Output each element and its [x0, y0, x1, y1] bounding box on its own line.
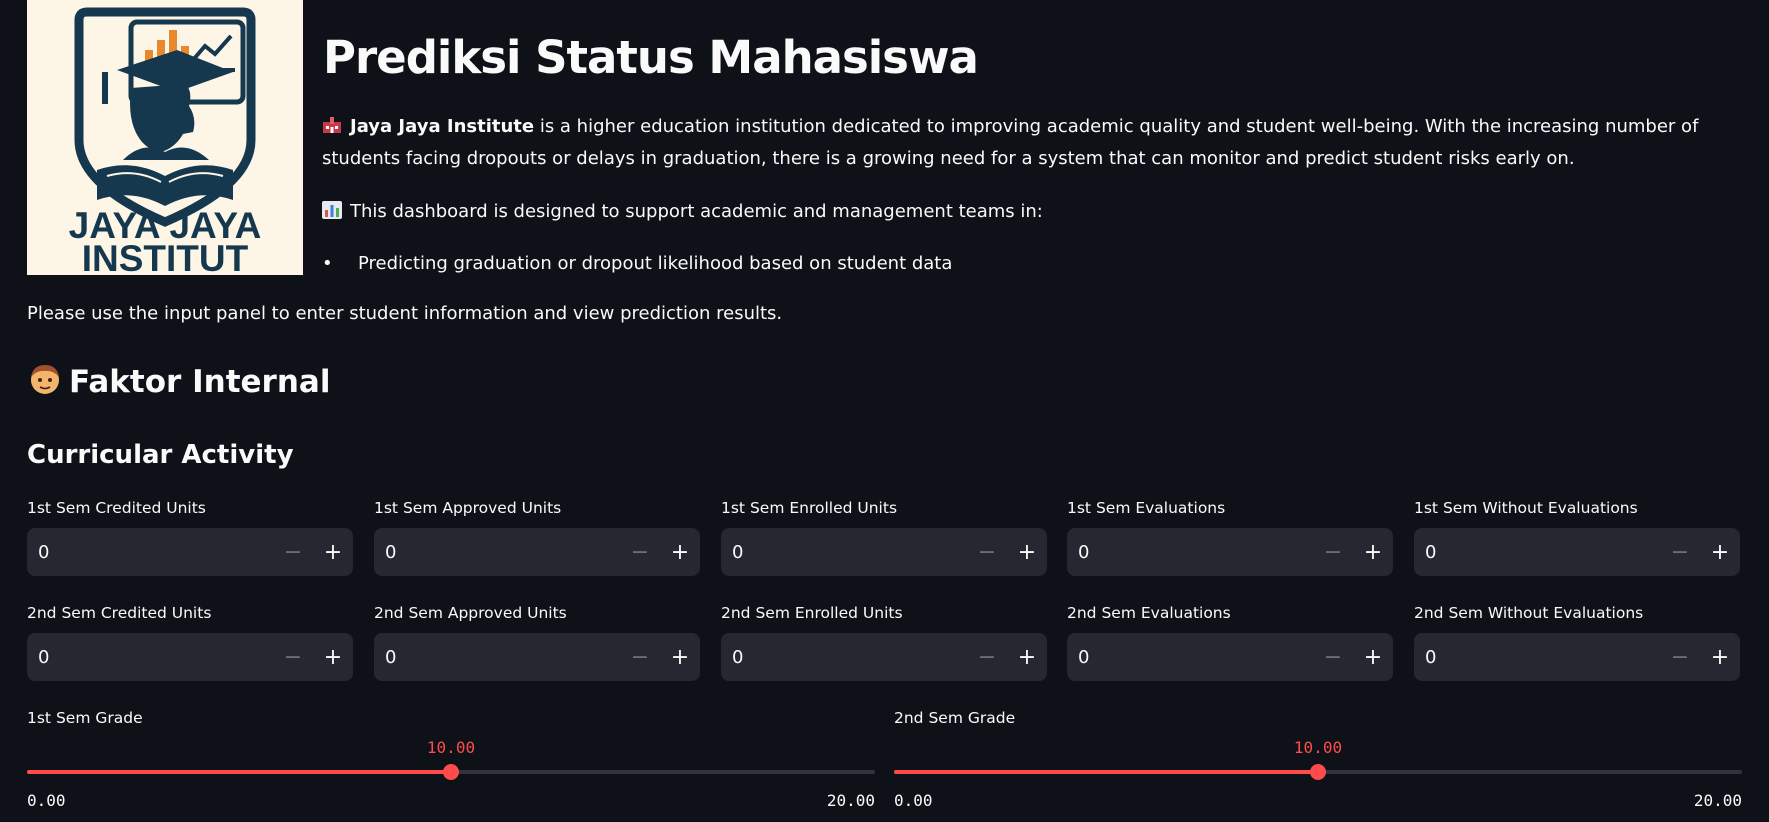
input-1st-sem-evaluations: 1st Sem Evaluations 0 − +: [1067, 498, 1393, 576]
input-1st-sem-approved-units: 1st Sem Approved Units 0 − +: [374, 498, 700, 576]
increment-button[interactable]: +: [313, 528, 353, 576]
bullet-text: Predicting graduation or dropout likelih…: [358, 253, 953, 274]
increment-button[interactable]: +: [1007, 528, 1047, 576]
input-2nd-sem-without-evaluations: 2nd Sem Without Evaluations 0 − +: [1414, 603, 1740, 681]
number-input: 0 − +: [1414, 528, 1740, 576]
increment-button[interactable]: +: [1353, 633, 1393, 681]
number-input: 0 − +: [374, 528, 700, 576]
slider-label: 1st Sem Grade: [27, 709, 143, 727]
number-input-value[interactable]: 0: [1414, 542, 1660, 563]
slider-thumb[interactable]: [443, 764, 459, 780]
field-label: 1st Sem Approved Units: [374, 499, 562, 517]
decrement-button[interactable]: −: [620, 528, 660, 576]
input-2nd-sem-approved-units: 2nd Sem Approved Units 0 − +: [374, 603, 700, 681]
dashboard-text: This dashboard is designed to support ac…: [350, 201, 1043, 222]
increment-button[interactable]: +: [1007, 633, 1047, 681]
institute-logo: JAYA JAYA INSTITUT: [27, 0, 303, 275]
slider-fill: [894, 770, 1318, 774]
number-input-value[interactable]: 0: [1414, 647, 1660, 668]
number-input: 0 − +: [1067, 528, 1393, 576]
field-label: 2nd Sem Enrolled Units: [721, 604, 903, 622]
number-input: 0 − +: [27, 633, 353, 681]
decrement-button[interactable]: −: [620, 633, 660, 681]
field-label: 2nd Sem Credited Units: [27, 604, 212, 622]
field-label: 1st Sem Credited Units: [27, 499, 206, 517]
number-input-value[interactable]: 0: [1067, 542, 1313, 563]
input-1st-sem-without-evaluations: 1st Sem Without Evaluations 0 − +: [1414, 498, 1740, 576]
logo-line2: INSTITUT: [82, 238, 249, 275]
number-input: 0 − +: [1067, 633, 1393, 681]
increment-button[interactable]: +: [1700, 528, 1740, 576]
decrement-button[interactable]: −: [1660, 633, 1700, 681]
number-input: 0 − +: [721, 633, 1047, 681]
number-input-value[interactable]: 0: [374, 542, 620, 563]
field-label: 2nd Sem Evaluations: [1067, 604, 1231, 622]
number-input: 0 − +: [1414, 633, 1740, 681]
instruction-text: Please use the input panel to enter stud…: [27, 303, 783, 324]
subsection-title: Curricular Activity: [27, 440, 294, 470]
slider-1st-sem-grade: 1st Sem Grade 10.00 0.00 20.00: [27, 708, 875, 810]
increment-button[interactable]: +: [1700, 633, 1740, 681]
bar-chart-icon: [322, 198, 342, 219]
person-icon: [27, 361, 63, 397]
dashboard-description: This dashboard is designed to support ac…: [322, 196, 1043, 228]
decrement-button[interactable]: −: [273, 528, 313, 576]
field-label: 1st Sem Evaluations: [1067, 499, 1226, 517]
slider-fill: [27, 770, 451, 774]
number-input: 0 − +: [374, 633, 700, 681]
slider-min-label: 0.00: [27, 791, 66, 810]
slider-min-label: 0.00: [894, 791, 933, 810]
number-input-value[interactable]: 0: [374, 647, 620, 668]
number-input-value[interactable]: 0: [1067, 647, 1313, 668]
input-2nd-sem-evaluations: 2nd Sem Evaluations 0 − +: [1067, 603, 1393, 681]
number-input-value[interactable]: 0: [721, 542, 967, 563]
field-label: 1st Sem Without Evaluations: [1414, 499, 1638, 517]
slider-2nd-sem-grade: 2nd Sem Grade 10.00 0.00 20.00: [894, 708, 1742, 810]
slider-current-value: 10.00: [426, 738, 476, 757]
field-label: 2nd Sem Approved Units: [374, 604, 567, 622]
slider-label: 2nd Sem Grade: [894, 709, 1016, 727]
input-1st-sem-credited-units: 1st Sem Credited Units 0 − +: [27, 498, 353, 576]
decrement-button[interactable]: −: [1660, 528, 1700, 576]
input-1st-sem-enrolled-units: 1st Sem Enrolled Units 0 − +: [721, 498, 1047, 576]
decrement-button[interactable]: −: [1313, 633, 1353, 681]
page-title: Prediksi Status Mahasiswa: [323, 31, 979, 84]
number-input-value[interactable]: 0: [27, 647, 273, 668]
number-input-value[interactable]: 0: [27, 542, 273, 563]
number-input: 0 − +: [27, 528, 353, 576]
decrement-button[interactable]: −: [967, 528, 1007, 576]
intro-paragraph: Jaya Jaya Institute is a higher educatio…: [322, 111, 1742, 175]
institute-name: Jaya Jaya Institute: [350, 116, 535, 137]
slider-thumb[interactable]: [1310, 764, 1326, 780]
list-item: • Predicting graduation or dropout likeli…: [322, 253, 953, 274]
number-input: 0 − +: [721, 528, 1047, 576]
decrement-button[interactable]: −: [273, 633, 313, 681]
slider-max-label: 20.00: [826, 791, 875, 810]
increment-button[interactable]: +: [313, 633, 353, 681]
slider-max-label: 20.00: [1693, 791, 1742, 810]
number-input-value[interactable]: 0: [721, 647, 967, 668]
decrement-button[interactable]: −: [967, 633, 1007, 681]
section-title: Faktor Internal: [69, 364, 331, 400]
school-icon: [322, 113, 342, 133]
input-2nd-sem-credited-units: 2nd Sem Credited Units 0 − +: [27, 603, 353, 681]
section-heading: Faktor Internal: [27, 358, 330, 406]
decrement-button[interactable]: −: [1313, 528, 1353, 576]
input-2nd-sem-enrolled-units: 2nd Sem Enrolled Units 0 − +: [721, 603, 1047, 681]
slider-current-value: 10.00: [1293, 738, 1343, 757]
field-label: 1st Sem Enrolled Units: [721, 499, 898, 517]
increment-button[interactable]: +: [1353, 528, 1393, 576]
field-label: 2nd Sem Without Evaluations: [1414, 604, 1644, 622]
increment-button[interactable]: +: [660, 633, 700, 681]
increment-button[interactable]: +: [660, 528, 700, 576]
